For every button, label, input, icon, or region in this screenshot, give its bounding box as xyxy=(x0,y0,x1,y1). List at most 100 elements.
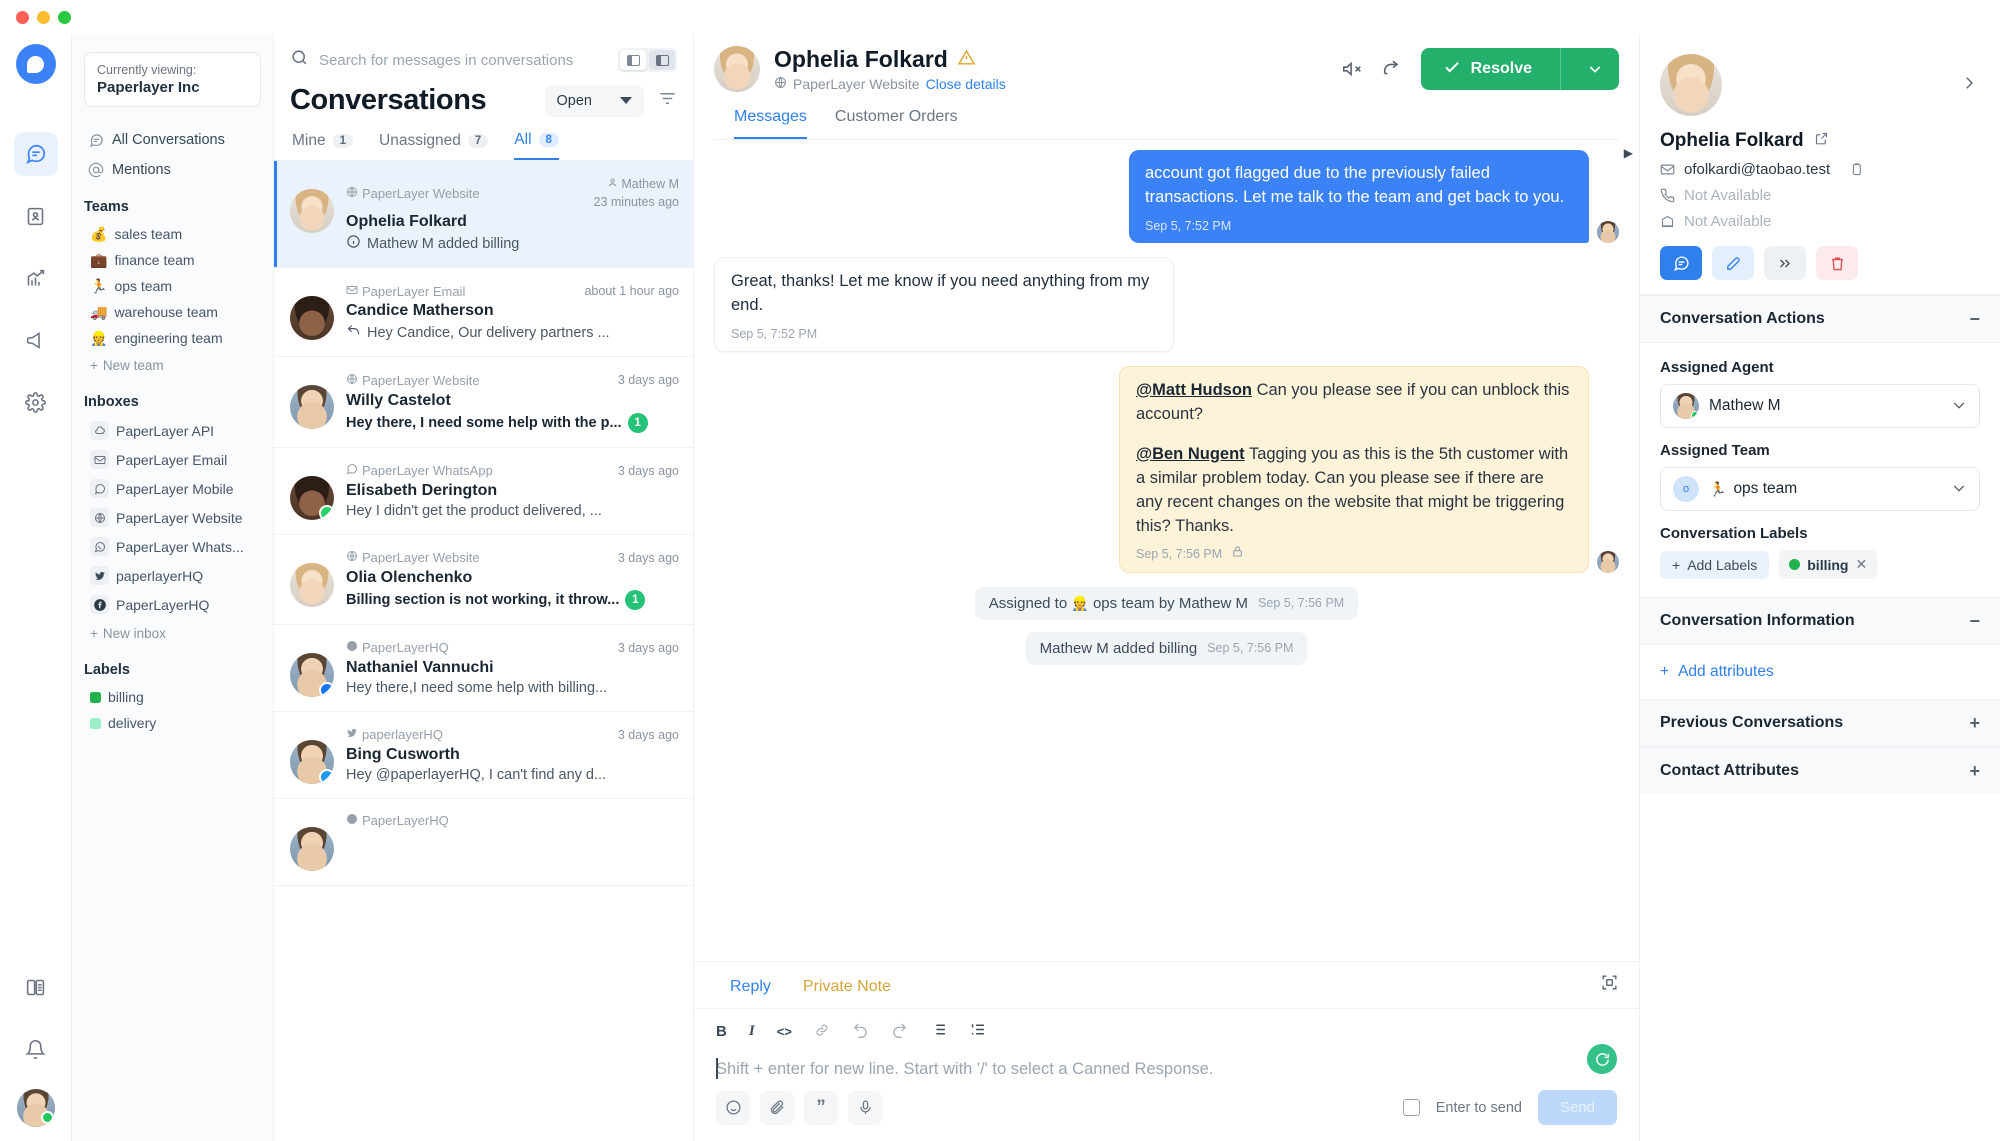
mute-icon[interactable] xyxy=(1341,58,1363,80)
rail-item-contacts[interactable] xyxy=(14,194,58,238)
conversation-item-olia-olenchenko[interactable]: PaperLayer Website 3 days ago Olia Olenc… xyxy=(274,535,693,625)
account-selector[interactable]: Currently viewing: Paperlayer Inc xyxy=(84,52,261,107)
link-icon[interactable] xyxy=(814,1022,830,1042)
sidebar-label-billing[interactable]: billing xyxy=(72,684,273,710)
view-toggle-expanded[interactable] xyxy=(649,50,675,70)
rail-item-docs[interactable] xyxy=(14,965,58,1009)
conversation-item-partial[interactable]: PaperLayerHQ xyxy=(274,799,693,886)
rail-item-reports[interactable] xyxy=(14,256,58,300)
add-labels-button[interactable]: + Add Labels xyxy=(1660,550,1770,579)
conversation-item-willy-castelot[interactable]: PaperLayer Website 3 days ago Willy Cast… xyxy=(274,357,693,448)
sidebar-label-delivery[interactable]: delivery xyxy=(72,710,273,736)
current-user-avatar[interactable] xyxy=(16,1089,55,1127)
sidebar-team-finance[interactable]: 💼 finance team xyxy=(72,247,273,273)
microphone-icon[interactable] xyxy=(848,1090,882,1125)
window-close-button[interactable] xyxy=(16,10,29,24)
sidebar-inbox-mobile[interactable]: PaperLayer Mobile xyxy=(72,474,273,503)
conversation-items-scroll[interactable]: PaperLayer Website Mathew M 23 minutes a… xyxy=(274,161,693,1141)
window-minimize-button[interactable] xyxy=(37,10,50,24)
sidebar-inbox-whatsapp[interactable]: PaperLayer Whats... xyxy=(72,532,273,561)
tab-all[interactable]: All 8 xyxy=(514,131,559,160)
ordered-list-icon[interactable] xyxy=(969,1021,986,1042)
new-message-button[interactable] xyxy=(1660,246,1702,280)
accordion-contact-attributes[interactable]: Contact Attributes + xyxy=(1640,747,2000,794)
sidebar-item-mentions[interactable]: Mentions xyxy=(72,155,273,185)
close-details-button[interactable]: Close details xyxy=(926,76,1006,92)
sidebar-inbox-website[interactable]: PaperLayer Website xyxy=(72,503,273,532)
status-filter-select[interactable]: Open xyxy=(544,84,644,117)
accordion-conversation-information[interactable]: Conversation Information − xyxy=(1640,597,2000,645)
view-toggle-compact[interactable] xyxy=(620,50,646,70)
rail-item-conversations[interactable] xyxy=(13,132,58,176)
accordion-previous-conversations[interactable]: Previous Conversations + xyxy=(1640,699,2000,747)
delete-contact-button[interactable] xyxy=(1816,246,1858,280)
expand-editor-icon[interactable] xyxy=(1600,973,1619,997)
conversation-item-ophelia-folkard[interactable]: PaperLayer Website Mathew M 23 minutes a… xyxy=(274,161,693,269)
assigned-team-select[interactable]: o 🏃 ops team xyxy=(1660,467,1980,511)
mention-matt-hudson[interactable]: @Matt Hudson xyxy=(1136,381,1252,399)
resolve-button[interactable]: Resolve xyxy=(1420,48,1619,90)
merge-contact-button[interactable] xyxy=(1764,246,1806,280)
send-button[interactable]: Send xyxy=(1537,1090,1617,1125)
redo-icon[interactable] xyxy=(891,1021,908,1042)
conversation-item-elisabeth-derington[interactable]: PaperLayer WhatsApp 3 days ago Elisabeth… xyxy=(274,448,693,535)
search-input[interactable] xyxy=(319,51,608,69)
assigned-agent-select[interactable]: Mathew M xyxy=(1660,384,1980,428)
sidebar-inbox-twitter[interactable]: paperlayerHQ xyxy=(72,561,273,590)
window-maximize-button[interactable] xyxy=(58,10,71,24)
bold-button[interactable]: B xyxy=(716,1023,727,1040)
sidebar-team-ops[interactable]: 🏃 ops team xyxy=(72,273,273,299)
tab-mine[interactable]: Mine 1 xyxy=(292,131,354,160)
ai-assist-button[interactable] xyxy=(1587,1044,1617,1074)
tab-private-note[interactable]: Private Note xyxy=(787,962,907,1008)
mention-ben-nugent[interactable]: @Ben Nugent xyxy=(1136,445,1245,463)
conversation-item-candice-matherson[interactable]: PaperLayer Email about 1 hour ago Candic… xyxy=(274,268,693,358)
enter-to-send-checkbox[interactable] xyxy=(1402,1099,1420,1116)
rail-item-notifications[interactable] xyxy=(14,1027,58,1071)
emoji-icon[interactable] xyxy=(716,1090,750,1125)
message-thread[interactable]: ▶ account got flagged due to the previou… xyxy=(694,140,1639,961)
sidebar-inbox-email[interactable]: PaperLayer Email xyxy=(72,445,273,474)
resolve-dropdown-button[interactable] xyxy=(1571,61,1619,77)
reply-editor[interactable]: Shift + enter for new line. Start with '… xyxy=(694,1044,1639,1082)
sidebar-inbox-facebook[interactable]: PaperLayerHQ xyxy=(72,590,273,619)
bullet-list-icon[interactable] xyxy=(930,1021,947,1042)
sidebar-inbox-api[interactable]: PaperLayer API xyxy=(72,416,273,445)
tab-reply[interactable]: Reply xyxy=(714,962,787,1008)
external-link-icon[interactable] xyxy=(1814,130,1829,152)
expand-icon[interactable]: + xyxy=(1969,762,1980,780)
conversation-item-nathaniel-vannuchi[interactable]: PaperLayerHQ 3 days ago Nathaniel Vannuc… xyxy=(274,625,693,712)
new-team-label: New team xyxy=(102,358,164,373)
rail-item-campaigns[interactable] xyxy=(14,318,58,362)
accordion-conversation-actions[interactable]: Conversation Actions − xyxy=(1640,295,2000,343)
tab-messages[interactable]: Messages xyxy=(734,108,807,139)
new-inbox-button[interactable]: + New inbox xyxy=(72,619,273,648)
contact-card: Ophelia Folkard ofolkardi@taobao.test No… xyxy=(1640,34,2000,295)
italic-button[interactable]: I xyxy=(749,1023,755,1040)
sidebar-team-engineering[interactable]: 👷 engineering team xyxy=(72,325,273,351)
new-team-button[interactable]: + New team xyxy=(72,351,273,380)
label-chip-billing[interactable]: billing ✕ xyxy=(1779,550,1878,579)
sidebar-team-warehouse[interactable]: 🚚 warehouse team xyxy=(72,299,273,325)
canned-response-icon[interactable]: ” xyxy=(804,1090,838,1125)
sidebar-team-sales[interactable]: 💰 sales team xyxy=(72,221,273,247)
rail-item-settings[interactable] xyxy=(14,380,58,424)
edit-contact-button[interactable] xyxy=(1712,246,1754,280)
sidebar-item-all-conversations[interactable]: All Conversations xyxy=(72,125,273,155)
copy-icon[interactable] xyxy=(1849,162,1864,177)
tab-customer-orders[interactable]: Customer Orders xyxy=(835,108,958,139)
chevron-right-icon[interactable] xyxy=(1960,74,1978,97)
code-button[interactable]: <> xyxy=(777,1024,792,1039)
filter-button[interactable] xyxy=(654,89,677,113)
add-attributes-button[interactable]: + Add attributes xyxy=(1640,645,2000,699)
undo-icon[interactable] xyxy=(852,1021,869,1042)
attachment-icon[interactable] xyxy=(760,1090,794,1125)
share-icon[interactable] xyxy=(1381,58,1403,80)
collapse-icon[interactable]: − xyxy=(1969,310,1980,328)
tab-unassigned[interactable]: Unassigned 7 xyxy=(379,131,489,160)
remove-label-icon[interactable]: ✕ xyxy=(1855,556,1867,573)
collapse-icon[interactable]: − xyxy=(1969,612,1980,630)
conversation-item-bing-cusworth[interactable]: paperlayerHQ 3 days ago Bing Cusworth He… xyxy=(274,712,693,799)
expand-icon[interactable]: + xyxy=(1969,714,1980,732)
timestamp: 3 days ago xyxy=(617,727,679,742)
